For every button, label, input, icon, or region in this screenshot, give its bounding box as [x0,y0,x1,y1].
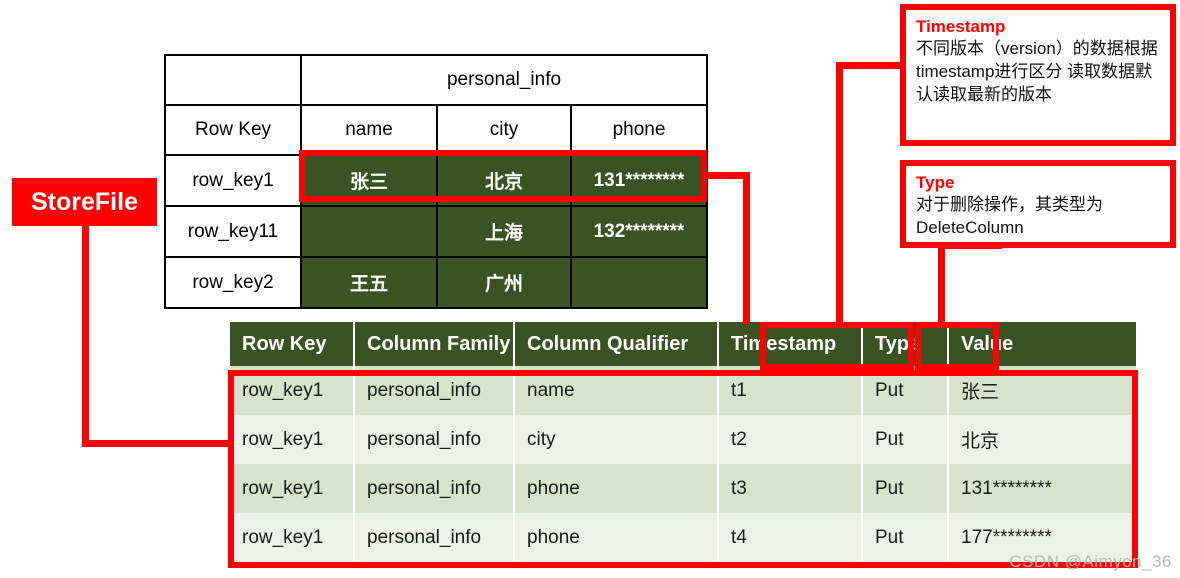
table-row: row_key2 王五 广州 [164,256,709,309]
top-header-city: city [436,104,572,156]
top-cell-rowkey: row_key1 [164,154,302,207]
table-row: personal_info [164,54,709,106]
top-header-row-key: Row Key [164,104,302,156]
type-callout: Type 对于删除操作，其类型为 DeleteColumn [900,160,1176,248]
type-callout-body: 对于删除操作，其类型为 DeleteColumn [916,195,1103,237]
connector-timestamp-horizontal [836,62,902,69]
connector-top-row-vertical [743,172,750,324]
connector-storefile-vertical [82,224,89,446]
table-header-row: Row Key Column Family Column Qualifier T… [230,322,1136,366]
top-cell-phone: 132******** [569,205,709,258]
table-row: row_key11 上海 132******** [164,205,709,258]
highlight-box-bottom-rows [228,370,1138,568]
type-callout-title: Type [916,173,955,192]
timestamp-callout-body: 不同版本（version）的数据根据timestamp进行区分 读取数据默认读取… [916,39,1158,104]
watermark: CSDN @Aimyon_36 [1009,552,1172,571]
top-header-phone: phone [569,104,709,156]
top-table-corner-blank [164,54,302,106]
timestamp-callout: Timestamp 不同版本（version）的数据根据timestamp进行区… [900,4,1176,146]
highlight-box-type-header [915,322,999,370]
bottom-header-column-family: Column Family [354,322,515,366]
top-cell-name: 王五 [300,256,438,309]
phone-prefix: 132 [593,220,626,242]
diagram-canvas: personal_info Row Key name city phone ro… [0,0,1180,578]
storefile-label: StoreFile [12,178,157,226]
connector-timestamp-vertical [836,62,843,328]
top-cell-phone [569,256,709,309]
bottom-header-row-key: Row Key [230,322,355,366]
column-family-header: personal_info [299,54,709,106]
connector-type-vertical [938,242,945,328]
top-cell-rowkey: row_key2 [164,256,302,309]
top-header-name: name [300,104,438,156]
highlight-box-timestamp-header [760,322,914,370]
top-cell-rowkey: row_key11 [164,205,302,258]
top-cell-name [300,205,438,258]
timestamp-callout-title: Timestamp [916,17,1006,36]
phone-masked: ******** [625,220,685,242]
top-cell-city: 上海 [436,205,572,258]
table-header-row: Row Key name city phone [164,104,709,156]
top-cell-city: 广州 [436,256,572,309]
highlight-box-top-row [299,150,707,202]
bottom-header-column-qualifier: Column Qualifier [514,322,719,366]
connector-storefile-horizontal [82,440,234,447]
